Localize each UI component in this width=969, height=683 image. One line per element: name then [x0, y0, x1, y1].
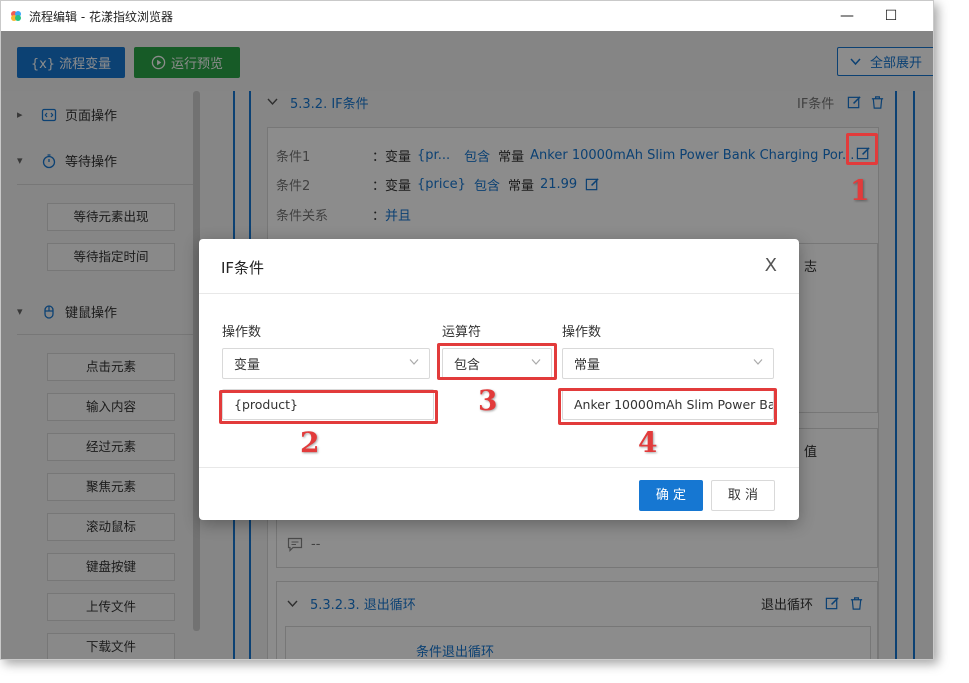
right-operand-type-value: 常量 [574, 358, 601, 373]
chevron-down-icon [409, 359, 419, 365]
window-title: 流程编辑 - 花漾指纹浏览器 [29, 9, 173, 24]
chevron-down-icon [753, 359, 763, 365]
annotation-box-1 [846, 133, 878, 165]
annotation-number-1: 1 [850, 174, 870, 207]
annotation-box-3 [437, 343, 557, 380]
dialog-divider [199, 467, 799, 468]
cancel-button[interactable]: 取 消 [711, 480, 775, 511]
minimize-button[interactable]: — [833, 5, 861, 27]
right-operand-label: 操作数 [562, 325, 602, 340]
confirm-button[interactable]: 确 定 [639, 480, 703, 511]
operator-label: 运算符 [442, 325, 482, 340]
annotation-number-2: 2 [300, 426, 320, 459]
title-bar: 流程编辑 - 花漾指纹浏览器 — ☐ [1, 1, 933, 31]
annotation-box-2 [219, 390, 438, 424]
left-operand-type-value: 变量 [234, 358, 261, 373]
annotation-number-4: 4 [638, 426, 658, 459]
left-operand-label: 操作数 [222, 325, 262, 340]
maximize-button[interactable]: ☐ [877, 5, 905, 27]
close-icon[interactable]: X [765, 255, 777, 276]
dialog-title: IF条件 [221, 259, 265, 277]
annotation-number-3: 3 [478, 384, 498, 417]
dialog-divider [199, 293, 799, 294]
annotation-box-4 [558, 388, 777, 425]
app-logo-icon [11, 11, 21, 21]
right-operand-type-select[interactable]: 常量 [562, 348, 774, 379]
left-operand-type-select[interactable]: 变量 [222, 348, 430, 379]
